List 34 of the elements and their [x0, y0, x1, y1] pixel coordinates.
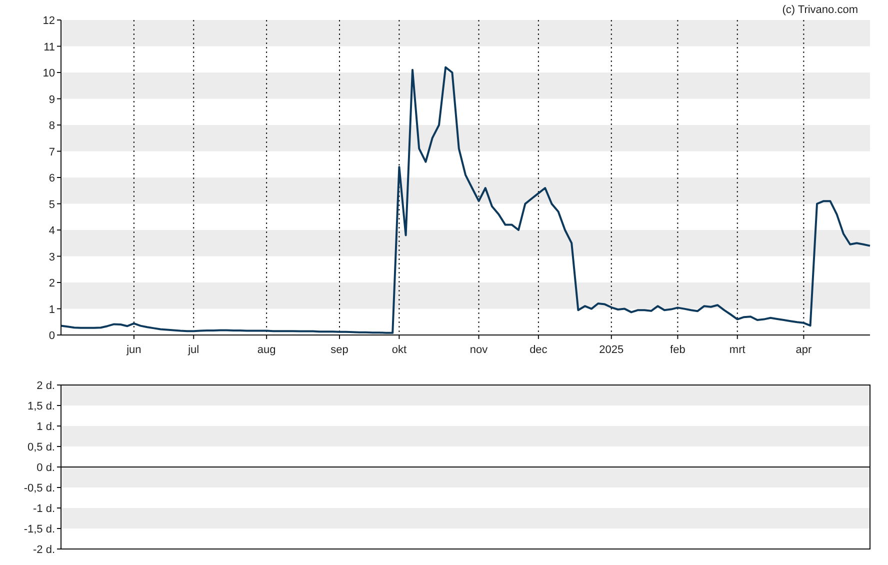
axis-label: okt [392, 344, 407, 356]
axis-label: 3 [48, 251, 55, 264]
axis-label: 1 [48, 304, 55, 316]
axis-label: 5 [48, 198, 55, 211]
axis-label: -1 d. [32, 503, 55, 515]
axis-label: 11 [44, 41, 55, 54]
axis-label: 6 [48, 172, 55, 184]
axis-label: nov [470, 344, 488, 356]
axis-label: 9 [48, 94, 55, 106]
axis-label: 8 [48, 120, 55, 132]
axis-label: 7 [48, 146, 55, 158]
axis-label: mrt [729, 344, 746, 356]
axis-label: -0,5 d. [24, 482, 55, 494]
axis-label: 2 [48, 278, 55, 290]
axis-label: -1,5 d. [24, 524, 55, 536]
axis-label: jul [188, 344, 200, 356]
axis-label: 1,5 d. [27, 400, 55, 412]
axis-label: 0 d. [36, 462, 55, 474]
axis-label: 2025 [599, 344, 624, 356]
axis-label: apr [796, 344, 812, 356]
axis-label: 12 [42, 15, 55, 27]
axis-label: jun [126, 344, 142, 356]
axis-label: -2 d. [32, 544, 55, 556]
axis-label: dec [530, 344, 548, 356]
axis-label: 2 d. [36, 380, 55, 392]
axis-label: 1 d. [36, 421, 55, 433]
axis-label: 4 [48, 225, 55, 237]
axis-label: feb [670, 344, 686, 356]
axis-label: aug [257, 344, 276, 356]
axis-label: sep [330, 344, 348, 356]
axis-label: 0 [48, 330, 55, 342]
axis-label: 10 [42, 68, 55, 80]
axis-label: 0,5 d. [27, 442, 55, 454]
credit-text: (c) Trivano.com [782, 4, 858, 16]
